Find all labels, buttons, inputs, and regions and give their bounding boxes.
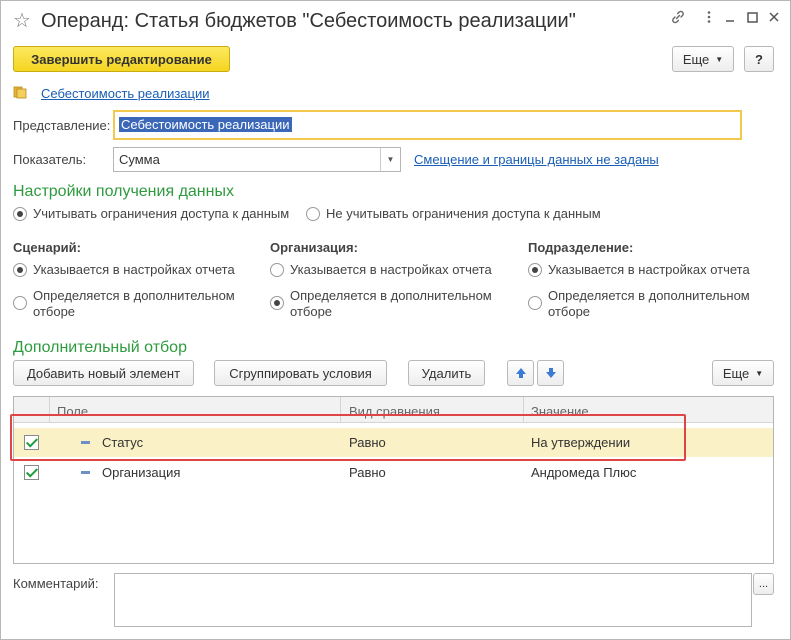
table-row[interactable]: Организация Равно Андромеда Плюс	[14, 459, 773, 487]
organization-option-report[interactable]: Указывается в настройках отчета	[270, 262, 492, 278]
more-button-label: Еще	[682, 51, 710, 67]
scenario-label: Сценарий:	[13, 240, 81, 255]
scenario-option-filter-line1: Определяется в дополнительном	[33, 288, 235, 303]
indicator-select[interactable]: Сумма ▼	[113, 147, 401, 172]
filter-title: Дополнительный отбор	[13, 339, 187, 356]
indicator-value: Сумма	[119, 152, 160, 167]
option-ignore-access[interactable]: Не учитывать ограничения доступа к данны…	[306, 206, 601, 222]
radio-organization-filter[interactable]	[270, 296, 284, 310]
row-comparison: Равно	[349, 465, 386, 480]
minimize-icon[interactable]	[719, 9, 741, 31]
scenario-option-filter-line2: отборе	[33, 304, 76, 319]
more-vertical-icon[interactable]	[698, 9, 720, 31]
arrow-down-icon	[545, 368, 556, 378]
representation-label: Представление:	[13, 118, 111, 133]
minus-icon	[81, 471, 90, 474]
scenario-option-filter-label: Определяется в дополнительном отборе	[33, 288, 235, 320]
filter-more-label: Еще	[722, 365, 750, 381]
offset-link[interactable]: Смещение и границы данных не заданы	[414, 152, 659, 167]
finish-editing-button[interactable]: Завершить редактирование	[13, 46, 230, 72]
star-icon[interactable]: ☆	[13, 11, 31, 31]
comment-label: Комментарий:	[13, 576, 99, 591]
dropdown-arrow-icon: ▼	[755, 368, 764, 378]
more-button[interactable]: Еще ▼	[672, 46, 734, 72]
dropdown-arrow-icon: ▼	[715, 54, 724, 64]
department-option-report[interactable]: Указывается в настройках отчета	[528, 262, 750, 278]
highlight-frame	[10, 414, 686, 461]
department-option-report-label: Указывается в настройках отчета	[548, 262, 750, 277]
organization-option-filter-label: Определяется в дополнительном отборе	[290, 288, 492, 320]
department-label: Подразделение:	[528, 240, 634, 255]
scenario-option-report-label: Указывается в настройках отчета	[33, 262, 235, 277]
representation-input[interactable]: Себестоимость реализации	[113, 110, 742, 140]
data-settings-title: Настройки получения данных	[13, 183, 234, 200]
operand-window: ☆ Операнд: Статья бюджетов "Себестоимост…	[0, 0, 791, 640]
option-consider-access[interactable]: Учитывать ограничения доступа к данным	[13, 206, 289, 222]
link-icon[interactable]	[667, 9, 689, 31]
radio-organization-report[interactable]	[270, 263, 284, 277]
department-option-filter-label: Определяется в дополнительном отборе	[548, 288, 750, 320]
representation-value: Себестоимость реализации	[119, 117, 292, 132]
radio-consider-access[interactable]	[13, 207, 27, 221]
comment-textarea[interactable]	[114, 573, 752, 627]
help-button[interactable]: ?	[744, 46, 774, 72]
dropdown-arrow-icon[interactable]: ▼	[380, 148, 400, 171]
organization-option-filter[interactable]: Определяется в дополнительном отборе	[270, 288, 492, 320]
source-link[interactable]: Себестоимость реализации	[41, 86, 210, 101]
window-title: Операнд: Статья бюджетов "Себестоимость …	[41, 10, 576, 32]
delete-button[interactable]: Удалить	[408, 360, 485, 386]
organization-option-filter-line2: отборе	[290, 304, 333, 319]
department-option-filter[interactable]: Определяется в дополнительном отборе	[528, 288, 750, 320]
row-checkbox[interactable]	[24, 465, 39, 480]
radio-ignore-access[interactable]	[306, 207, 320, 221]
option-consider-label: Учитывать ограничения доступа к данным	[33, 206, 290, 221]
organization-option-filter-line1: Определяется в дополнительном	[290, 288, 492, 303]
filter-more-button[interactable]: Еще ▼	[712, 360, 774, 386]
department-option-filter-line2: отборе	[548, 304, 591, 319]
scenario-option-report[interactable]: Указывается в настройках отчета	[13, 262, 235, 278]
add-element-button[interactable]: Добавить новый элемент	[13, 360, 194, 386]
row-value: Андромеда Плюс	[531, 465, 637, 480]
close-icon[interactable]	[763, 9, 785, 31]
radio-scenario-report[interactable]	[13, 263, 27, 277]
indicator-label: Показатель:	[13, 152, 87, 167]
comment-more-button[interactable]: ...	[753, 573, 774, 595]
move-down-button[interactable]	[537, 360, 564, 386]
radio-department-filter[interactable]	[528, 296, 542, 310]
arrow-up-icon	[515, 368, 526, 378]
group-conditions-button[interactable]: Сгруппировать условия	[214, 360, 387, 386]
maximize-icon[interactable]	[741, 9, 763, 31]
organization-label: Организация:	[270, 240, 358, 255]
scenario-option-filter[interactable]: Определяется в дополнительном отборе	[13, 288, 235, 320]
move-up-button[interactable]	[507, 360, 534, 386]
row-field: Организация	[102, 465, 181, 480]
radio-department-report[interactable]	[528, 263, 542, 277]
folder-icon	[13, 85, 29, 102]
radio-scenario-filter[interactable]	[13, 296, 27, 310]
option-ignore-label: Не учитывать ограничения доступа к данны…	[326, 206, 601, 221]
organization-option-report-label: Указывается в настройках отчета	[290, 262, 492, 277]
department-option-filter-line1: Определяется в дополнительном	[548, 288, 750, 303]
